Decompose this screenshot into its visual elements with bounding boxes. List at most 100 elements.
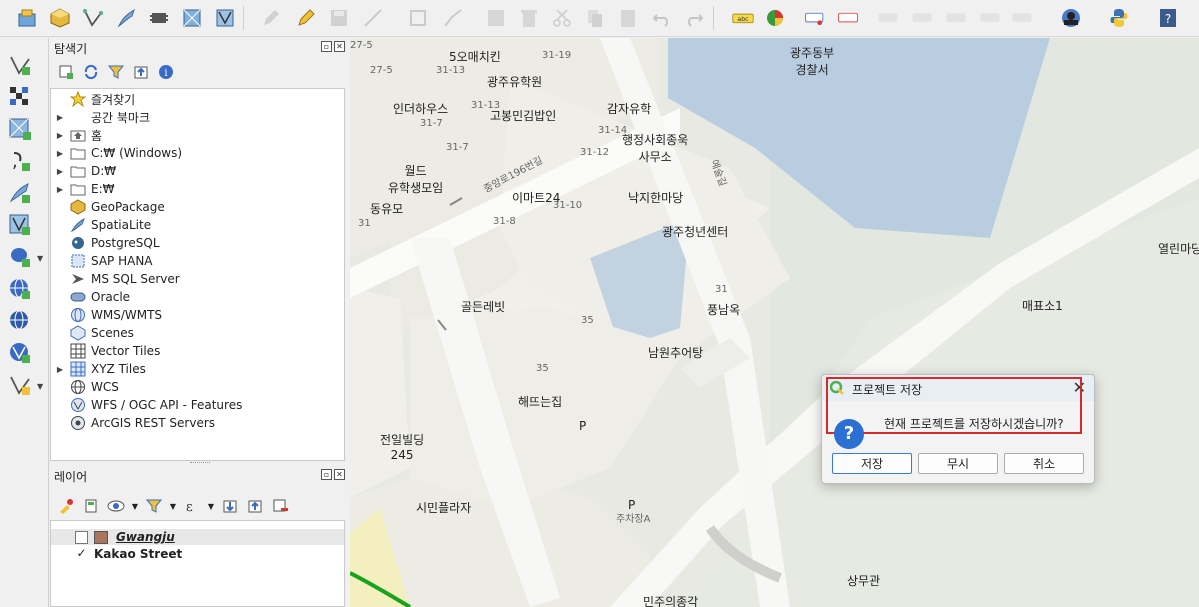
browser-item[interactable]: WFS / OGC API - Features — [51, 396, 344, 414]
collapse-all-icon[interactable] — [131, 62, 151, 82]
save-button[interactable]: 저장 — [832, 453, 912, 474]
expand-arrow-icon[interactable]: ▶ — [51, 365, 69, 374]
add-selected-layers-icon[interactable] — [56, 62, 76, 82]
browser-item[interactable]: MS SQL Server — [51, 270, 344, 288]
layer-visibility-checkbox[interactable] — [75, 530, 88, 544]
add-vector-layer-icon[interactable] — [5, 50, 35, 80]
browser-item[interactable]: ▶ E:₩ — [51, 180, 344, 198]
remove-layer-icon[interactable] — [270, 496, 290, 516]
delete-selected-icon[interactable] — [516, 5, 542, 31]
new-mesh-layer-icon[interactable] — [212, 5, 238, 31]
redo-icon[interactable] — [681, 5, 707, 31]
open-data-source-manager-icon[interactable] — [14, 5, 40, 31]
filter-expression-icon[interactable]: ε — [182, 496, 202, 516]
digitize-icon[interactable] — [360, 5, 386, 31]
save-edits-icon[interactable] — [326, 5, 352, 31]
label-icon[interactable]: abc — [729, 5, 757, 31]
layer-row-kakao-street[interactable]: ✓ Kakao Street — [51, 546, 344, 562]
svg-text:?: ? — [1165, 12, 1171, 26]
show-hide-labels-icon[interactable] — [834, 5, 862, 31]
add-virtual-layer-icon[interactable] — [5, 210, 35, 240]
undo-icon[interactable] — [649, 5, 675, 31]
browser-item[interactable]: SAP HANA — [51, 252, 344, 270]
browser-item[interactable]: Oracle — [51, 288, 344, 306]
browser-item[interactable]: GeoPackage — [51, 198, 344, 216]
move-label-icon[interactable] — [874, 5, 902, 31]
expand-all-icon[interactable] — [220, 496, 240, 516]
browser-item[interactable]: Scenes — [51, 324, 344, 342]
style-manager-icon[interactable] — [56, 496, 76, 516]
browser-item[interactable]: ▶ C:₩ (Windows) — [51, 144, 344, 162]
pencil-icon[interactable] — [293, 5, 319, 31]
layer-list: Gwangju ✓ Kakao Street — [50, 520, 345, 607]
browser-item[interactable]: Vector Tiles — [51, 342, 344, 360]
new-shapefile-layer-icon[interactable] — [80, 5, 106, 31]
new-vector-layer-icon[interactable] — [5, 370, 35, 400]
paste-icon[interactable] — [615, 5, 641, 31]
python-console-icon[interactable] — [1106, 5, 1132, 31]
vertex-tool-icon[interactable] — [405, 5, 431, 31]
advanced-digitizing-icon[interactable] — [440, 5, 466, 31]
browser-item[interactable]: ▶ 홈 — [51, 126, 344, 144]
change-label-icon[interactable] — [942, 5, 970, 31]
rotate-label-icon[interactable] — [908, 5, 936, 31]
browser-item[interactable]: WMS/WMTS — [51, 306, 344, 324]
visibility-eye-icon[interactable] — [106, 496, 126, 516]
new-geopackage-layer-icon[interactable] — [47, 5, 73, 31]
map-canvas[interactable]: 광주동부 경찰서 5오매치킨 광주유학원 인더하우스 고봉민김밥인 감자유학 행정사회종욱 … — [350, 38, 1199, 607]
layer-row-gwangju[interactable]: Gwangju — [51, 529, 344, 545]
float-panel-button[interactable]: ▫ — [321, 469, 332, 480]
add-group-icon[interactable] — [81, 496, 101, 516]
expand-arrow-icon[interactable]: ▶ — [51, 149, 69, 158]
pin-labels-icon[interactable] — [801, 5, 829, 31]
new-virtual-layer-icon[interactable] — [179, 5, 205, 31]
plugin-icon[interactable] — [1058, 5, 1084, 31]
browser-item[interactable]: SpatiaLite — [51, 216, 344, 234]
help-icon[interactable]: ? — [1155, 5, 1181, 31]
collapse-all-icon[interactable] — [245, 496, 265, 516]
add-postgis-layer-icon[interactable] — [5, 242, 35, 272]
expand-arrow-icon[interactable]: ▶ — [51, 113, 69, 122]
expand-arrow-icon[interactable]: ▶ — [51, 167, 69, 176]
add-mesh-layer-icon[interactable] — [5, 114, 35, 144]
expand-arrow-icon[interactable]: ▶ — [51, 131, 69, 140]
add-wcs-layer-icon[interactable] — [5, 306, 35, 336]
copy-icon[interactable] — [582, 5, 608, 31]
attribute-table-icon[interactable] — [483, 5, 509, 31]
add-wms-layer-icon[interactable] — [5, 274, 35, 304]
browser-item[interactable]: ArcGIS REST Servers — [51, 414, 344, 432]
info-icon[interactable]: i — [156, 62, 176, 82]
close-panel-button[interactable]: ✕ — [334, 469, 345, 480]
browser-item[interactable]: ▶ 공간 북마크 — [51, 108, 344, 126]
label-properties-icon[interactable] — [976, 5, 1004, 31]
dropdown-arrow-icon[interactable]: ▼ — [131, 496, 139, 516]
refresh-icon[interactable] — [81, 62, 101, 82]
browser-item[interactable]: ▶ XYZ Tiles — [51, 360, 344, 378]
new-temporary-layer-icon[interactable] — [146, 5, 172, 31]
browser-item[interactable]: WCS — [51, 378, 344, 396]
filter-legend-icon[interactable] — [144, 496, 164, 516]
layer-visibility-checkbox[interactable]: ✓ — [75, 547, 88, 561]
label-pin-icon[interactable] — [1008, 5, 1036, 31]
add-spatialite-layer-icon[interactable] — [5, 178, 35, 208]
filter-icon[interactable] — [106, 62, 126, 82]
browser-item[interactable]: ▶ D:₩ — [51, 162, 344, 180]
dropdown-arrow-icon[interactable]: ▼ — [169, 496, 177, 516]
browser-item[interactable]: 즐겨찾기 — [51, 90, 344, 108]
add-wfs-layer-icon[interactable] — [5, 338, 35, 368]
dropdown-arrow-icon[interactable]: ▼ — [207, 496, 215, 516]
toggle-editing-icon[interactable] — [258, 5, 284, 31]
dropdown-arrow-icon[interactable]: ▼ — [37, 382, 43, 391]
expand-arrow-icon[interactable]: ▶ — [51, 185, 69, 194]
cut-icon[interactable] — [549, 5, 575, 31]
close-panel-button[interactable]: ✕ — [334, 41, 345, 52]
new-spatialite-layer-icon[interactable] — [113, 5, 139, 31]
add-raster-layer-icon[interactable] — [5, 82, 35, 112]
diagram-icon[interactable] — [763, 5, 789, 31]
float-panel-button[interactable]: ▫ — [321, 41, 332, 52]
browser-item[interactable]: PostgreSQL — [51, 234, 344, 252]
dropdown-arrow-icon[interactable]: ▼ — [37, 254, 43, 263]
discard-button[interactable]: 무시 — [918, 453, 998, 474]
cancel-button[interactable]: 취소 — [1004, 453, 1084, 474]
add-delimited-text-layer-icon[interactable]: , — [5, 146, 35, 176]
